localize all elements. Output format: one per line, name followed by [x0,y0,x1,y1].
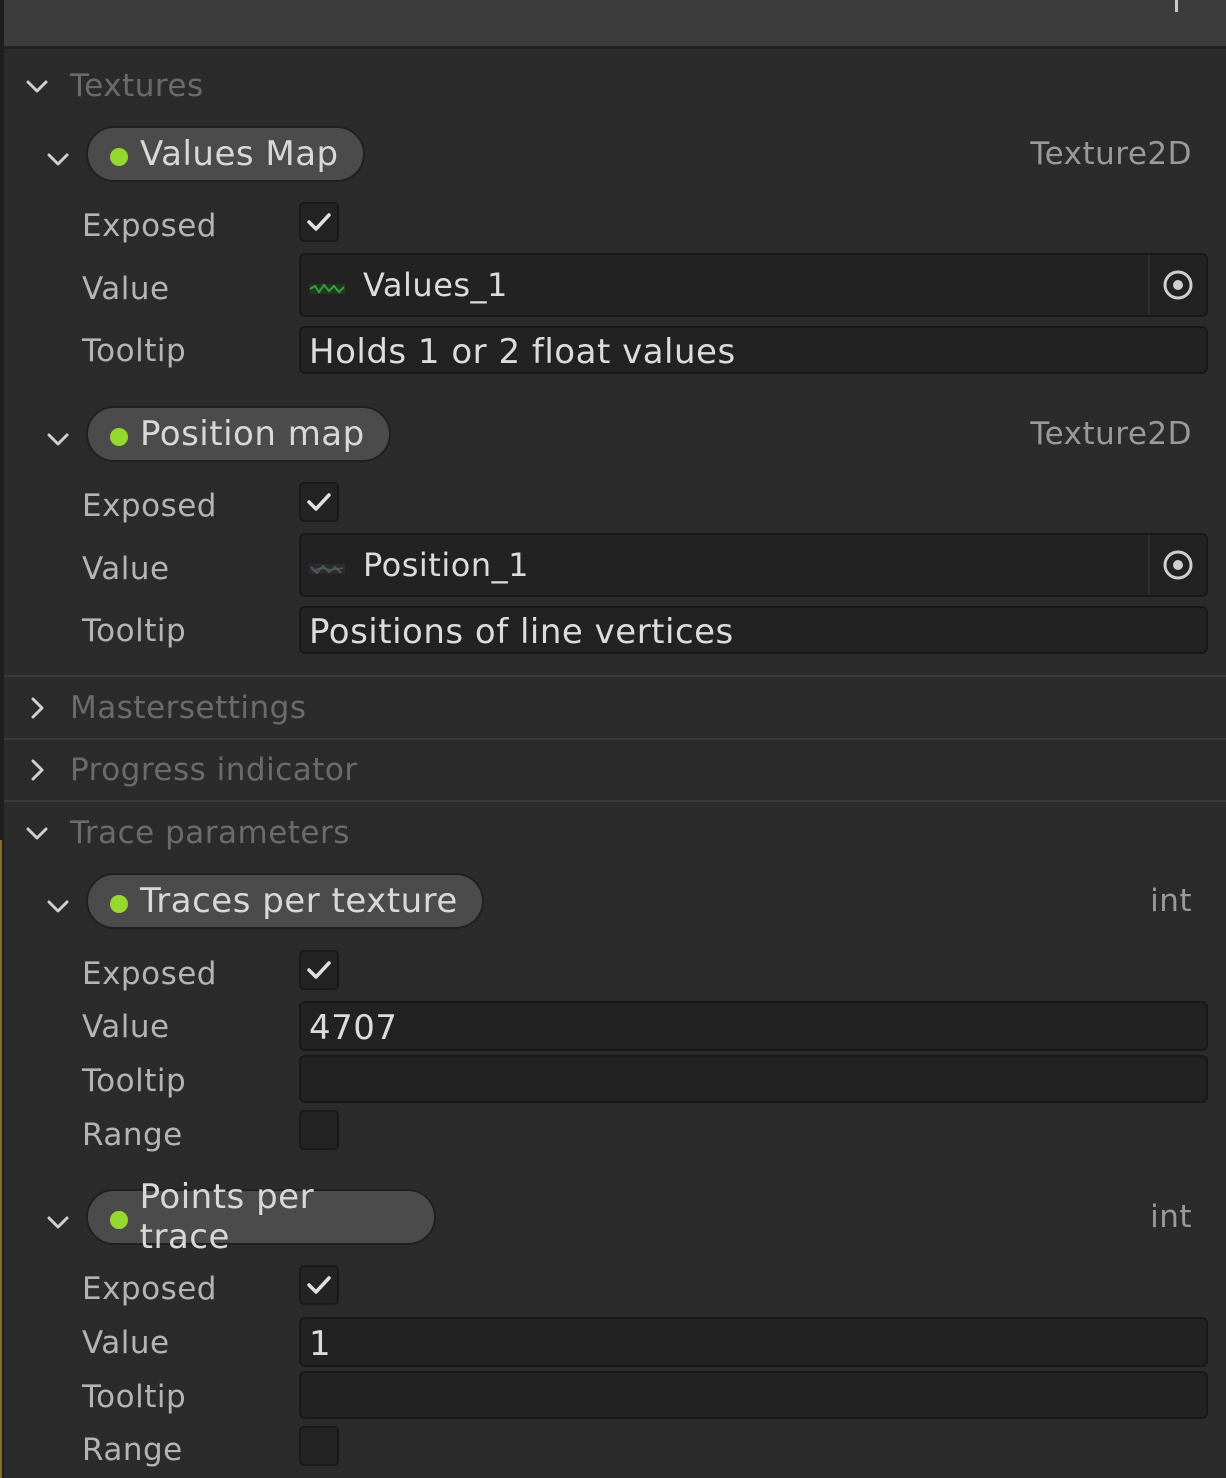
property-name: Position map [140,414,365,454]
checkmark-icon [307,961,331,979]
object-picker-icon[interactable] [1148,535,1206,595]
section-title: Mastersettings [70,690,307,726]
property-name: Values Map [140,134,339,174]
section-progress-indicator[interactable]: Progress indicator [4,740,1226,800]
chevron-right-icon[interactable] [22,693,52,723]
chevron-down-icon[interactable] [22,818,52,848]
value-text: Values_1 [363,266,508,304]
range-checkbox[interactable] [299,1110,339,1150]
tooltip-label: Tooltip [82,1379,187,1415]
chevron-down-icon[interactable] [44,425,72,453]
int-value-input[interactable]: 4707 [299,1001,1208,1051]
range-label: Range [82,1432,183,1468]
section-divider [4,800,1226,802]
exposed-indicator-dot [110,1211,128,1229]
section-textures[interactable]: Textures [4,56,1226,116]
section-trace-parameters[interactable]: Trace parameters [4,803,1226,863]
exposed-checkbox[interactable] [299,202,339,242]
value-label: Value [82,1325,170,1361]
value-label: Value [82,271,170,307]
range-checkbox[interactable] [299,1426,339,1466]
exposed-indicator-dot [110,428,128,446]
value-text: 1 [309,1324,332,1364]
tooltip-input[interactable] [299,1055,1208,1103]
exposed-checkbox[interactable] [299,950,339,990]
exposed-checkbox[interactable] [299,482,339,522]
chevron-down-icon[interactable] [44,145,72,173]
exposed-label: Exposed [82,956,217,992]
value-text: 4707 [309,1008,398,1048]
property-pill-traces-per-texture[interactable]: Traces per texture [86,873,484,929]
exposed-indicator-dot [110,895,128,913]
top-toolbar [4,0,1226,49]
texture-thumbnail-icon [309,564,345,575]
exposed-indicator-dot [110,148,128,166]
tooltip-label: Tooltip [82,613,187,649]
checkmark-icon [307,213,331,231]
exposed-label: Exposed [82,488,217,524]
section-title: Textures [70,68,204,104]
property-pill-points-per-trace[interactable]: Points per trace [86,1177,436,1257]
property-pill-position-map[interactable]: Position map [86,406,391,462]
exposed-label: Exposed [82,1271,217,1307]
toolbar-divider-tick [1175,0,1178,12]
texture-object-field[interactable]: Values_1 [299,253,1208,317]
property-pill-values-map[interactable]: Values Map [86,126,365,182]
section-mastersettings[interactable]: Mastersettings [4,678,1226,738]
property-type: Texture2D [1030,416,1192,452]
exposed-label: Exposed [82,208,217,244]
chevron-down-icon[interactable] [44,1208,72,1236]
texture-object-field[interactable]: Position_1 [299,533,1208,597]
tooltip-label: Tooltip [82,333,187,369]
texture-thumbnail-icon [309,283,345,294]
int-value-input[interactable]: 1 [299,1317,1208,1367]
section-title: Progress indicator [70,752,358,788]
tooltip-text: Positions of line vertices [309,612,734,652]
section-title: Trace parameters [70,815,350,851]
tooltip-label: Tooltip [82,1063,187,1099]
checkmark-icon [307,493,331,511]
chevron-down-icon[interactable] [22,71,52,101]
chevron-down-icon[interactable] [44,892,72,920]
tooltip-input[interactable]: Positions of line vertices [299,606,1208,654]
value-text: Position_1 [363,546,529,584]
range-label: Range [82,1117,183,1153]
value-label: Value [82,1009,170,1045]
section-divider [4,675,1226,677]
exposed-checkbox[interactable] [299,1265,339,1305]
tooltip-input[interactable] [299,1371,1208,1419]
property-type: Texture2D [1030,136,1192,172]
chevron-right-icon[interactable] [22,755,52,785]
object-picker-icon[interactable] [1148,255,1206,315]
checkmark-icon [307,1276,331,1294]
property-type: int [1150,1199,1192,1235]
window-edge-accent [0,840,2,1478]
value-label: Value [82,551,170,587]
property-type: int [1150,883,1192,919]
property-name: Traces per texture [140,881,458,921]
property-name: Points per trace [139,1177,315,1257]
tooltip-text: Holds 1 or 2 float values [309,332,736,372]
tooltip-input[interactable]: Holds 1 or 2 float values [299,326,1208,374]
